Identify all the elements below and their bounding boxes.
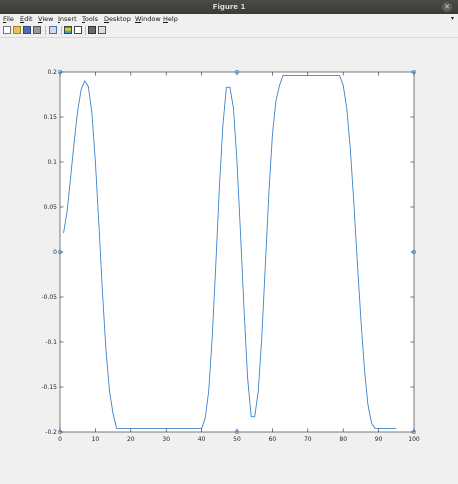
- insert-legend-icon[interactable]: [74, 26, 82, 34]
- menu-view[interactable]: View: [38, 14, 53, 24]
- x-tick-label: 0: [58, 436, 62, 443]
- toolbar: [0, 24, 458, 38]
- menu-window[interactable]: Window: [135, 14, 161, 24]
- menu-tools[interactable]: Tools: [82, 14, 98, 24]
- y-tick-label: -0.05: [41, 294, 57, 301]
- hide-plot-tools-icon[interactable]: [88, 26, 96, 34]
- y-tick-label: 0: [53, 249, 57, 256]
- save-icon[interactable]: [23, 26, 31, 34]
- x-tick-label: 40: [198, 436, 206, 443]
- y-tick-label: -0.1: [45, 339, 57, 346]
- x-tick-label: 30: [162, 436, 170, 443]
- new-figure-icon[interactable]: [3, 26, 11, 34]
- toolbar-separator: [45, 26, 46, 35]
- menu-insert[interactable]: Insert: [58, 14, 77, 24]
- open-file-icon[interactable]: [13, 26, 21, 34]
- menu-help[interactable]: Help: [163, 14, 178, 24]
- figure-window: Figure 1 ✕ File Edit View Insert Tools D…: [0, 0, 458, 480]
- insert-colorbar-icon[interactable]: [64, 26, 72, 34]
- window-title: Figure 1: [212, 3, 246, 11]
- y-tick-label: 0.05: [44, 204, 58, 211]
- y-tick-label: 0.15: [44, 114, 58, 121]
- link-plot-icon[interactable]: [49, 26, 57, 34]
- close-icon[interactable]: ✕: [442, 2, 452, 12]
- menu-tools-rest: ools: [84, 15, 99, 23]
- y-tick-label: 0.1: [47, 159, 57, 166]
- menu-edit[interactable]: Edit: [20, 14, 33, 24]
- y-tick-label: 0.2: [47, 69, 57, 76]
- menu-edit-rest: dit: [24, 15, 33, 23]
- y-tick-label: -0.15: [41, 384, 57, 391]
- axes-box: [59, 71, 415, 433]
- menu-help-rest: elp: [167, 15, 178, 23]
- menu-window-rest: indow: [141, 15, 161, 23]
- x-tick-label: 100: [408, 436, 420, 443]
- menu-overflow-arrow-icon[interactable]: ▾: [451, 14, 454, 24]
- x-tick-label: 90: [375, 436, 383, 443]
- x-tick-label: 20: [127, 436, 135, 443]
- menu-bar: File Edit View Insert Tools Desktop Wind…: [0, 14, 458, 24]
- x-tick-label: 70: [304, 436, 312, 443]
- y-tick-label: -0.2: [45, 429, 57, 436]
- title-bar[interactable]: Figure 1 ✕: [0, 0, 458, 14]
- menu-view-rest: iew: [42, 15, 54, 23]
- show-plot-tools-icon[interactable]: [98, 26, 106, 34]
- toolbar-separator: [85, 26, 86, 35]
- print-icon[interactable]: [33, 26, 41, 34]
- figure-area: 0 10 20 30 40 50 60 70 80 90 100 -0.2 -0.15 -0.1 -0.05…: [0, 38, 458, 480]
- menu-desktop[interactable]: Desktop: [104, 14, 131, 24]
- x-tick-label: 50: [233, 436, 241, 443]
- menu-file-rest: ile: [6, 15, 14, 23]
- menu-file[interactable]: File: [3, 14, 14, 24]
- toolbar-separator: [61, 26, 62, 35]
- x-tick-label: 60: [269, 436, 277, 443]
- x-tick-label: 10: [92, 436, 100, 443]
- menu-desktop-rest: esktop: [109, 15, 131, 23]
- menu-insert-rest: nsert: [59, 15, 77, 23]
- x-tick-label: 80: [339, 436, 347, 443]
- line-chart[interactable]: 0 10 20 30 40 50 60 70 80 90 100 -0.2 -0.15 -0.1 -0.05…: [0, 38, 458, 480]
